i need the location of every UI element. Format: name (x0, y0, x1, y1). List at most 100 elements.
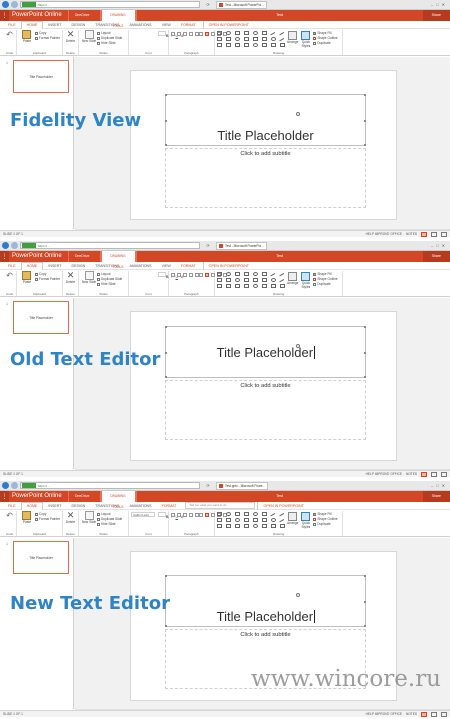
hide-slide-button[interactable]: Hide Slide (97, 522, 122, 526)
pentagon-shape-icon[interactable] (244, 512, 249, 516)
app-name[interactable]: PowerPoint Online (9, 10, 69, 21)
callout-shape-icon[interactable] (262, 43, 267, 47)
tab-view[interactable]: VIEW (157, 21, 176, 29)
down-arrow-shape-icon[interactable] (244, 284, 249, 288)
numbering-icon[interactable] (177, 272, 181, 277)
font-name-box[interactable]: Calibri Light (131, 512, 155, 517)
diamond-shape-icon[interactable] (262, 31, 267, 35)
increase-indent-icon[interactable] (189, 512, 193, 517)
title-text[interactable]: Title Placeholder (217, 609, 315, 624)
left-arrow-shape-icon[interactable] (226, 524, 231, 528)
slide-thumbnail[interactable]: Title Placeholder (13, 301, 69, 334)
reading-view-icon[interactable] (431, 711, 437, 717)
rotate-handle-icon[interactable] (296, 344, 300, 348)
rotate-handle-icon[interactable] (296, 593, 300, 597)
bullets-icon[interactable] (171, 272, 175, 277)
subtitle-placeholder[interactable]: Click to add subtitle (165, 148, 366, 208)
minimize-icon[interactable]: – (431, 483, 433, 488)
tab-home[interactable]: HOME (20, 261, 44, 270)
circle-shape-icon[interactable] (235, 37, 240, 41)
minimize-icon[interactable]: – (431, 2, 433, 7)
star-shape-icon[interactable] (253, 43, 258, 47)
tab-insert[interactable]: INSERT (43, 21, 66, 29)
share-button[interactable]: Share (422, 251, 450, 262)
resize-handle[interactable] (364, 326, 366, 328)
duplicate-shape-button[interactable]: Duplicate (313, 41, 337, 45)
hexagon-shape-icon[interactable] (244, 278, 249, 282)
resize-handle[interactable] (165, 120, 167, 122)
resize-handle[interactable] (364, 376, 366, 378)
minimize-icon[interactable]: – (431, 243, 433, 248)
rectangle-shape-icon[interactable] (217, 272, 222, 276)
font-size-box[interactable] (158, 272, 166, 277)
onedrive-link[interactable]: OneDrive (69, 251, 96, 262)
address-bar[interactable]: https://... (20, 482, 200, 489)
numbering-icon[interactable] (177, 31, 181, 36)
resize-handle[interactable] (364, 601, 366, 603)
forward-button[interactable] (11, 242, 18, 249)
right-arrow-shape-icon[interactable] (217, 43, 222, 47)
forward-button[interactable] (11, 482, 18, 489)
star-shape-icon[interactable] (253, 284, 258, 288)
pentagon-shape-icon[interactable] (244, 31, 249, 35)
decrease-indent-icon[interactable] (183, 31, 187, 36)
resize-handle[interactable] (165, 625, 167, 627)
duplicate-slide-button[interactable]: Duplicate Slide (97, 277, 122, 281)
slide-canvas[interactable]: Title Placeholder Click to add subtitle (130, 70, 397, 220)
title-placeholder[interactable]: Title Placeholder (165, 94, 366, 146)
trapezoid-shape-icon[interactable] (262, 518, 267, 522)
resize-handle[interactable] (165, 326, 167, 328)
left-arrow-shape-icon[interactable] (226, 43, 231, 47)
up-arrow-shape-icon[interactable] (235, 284, 240, 288)
down-arrow-shape-icon[interactable] (244, 43, 249, 47)
align-left-icon[interactable] (199, 512, 203, 517)
tab-design[interactable]: DESIGN (67, 262, 91, 270)
parallelogram-shape-icon[interactable] (253, 37, 258, 41)
onedrive-link[interactable]: OneDrive (69, 10, 96, 21)
shape-fill-button[interactable]: Shape Fill (313, 272, 337, 276)
resize-handle[interactable] (165, 575, 167, 577)
tab-home[interactable]: HOME (20, 501, 44, 510)
duplicate-shape-button[interactable]: Duplicate (313, 282, 337, 286)
maximize-icon[interactable]: □ (436, 483, 438, 488)
help-improve-office-link[interactable]: HELP IMPROVE OFFICE (366, 232, 402, 236)
hexagon-shape-icon[interactable] (244, 37, 249, 41)
arrow-line-shape-icon[interactable] (279, 273, 286, 279)
title-placeholder[interactable]: Title Placeholder (165, 326, 366, 378)
refresh-icon[interactable]: ⟳ (202, 483, 214, 489)
align-left-icon[interactable] (199, 272, 203, 277)
share-button[interactable]: Share (422, 491, 450, 502)
rounded-rectangle-shape-icon[interactable] (226, 272, 231, 276)
notes-toggle[interactable]: NOTES (406, 232, 417, 236)
circle-shape-icon[interactable] (235, 518, 240, 522)
title-placeholder[interactable]: Title Placeholder (165, 575, 366, 627)
resize-handle[interactable] (364, 120, 366, 122)
resize-handle[interactable] (165, 94, 167, 96)
trapezoid-shape-icon[interactable] (262, 278, 267, 282)
hide-slide-button[interactable]: Hide Slide (97, 41, 122, 45)
app-launcher-icon[interactable]: ⋮ (0, 491, 9, 502)
rectangle-shape-icon[interactable] (217, 512, 222, 516)
back-button[interactable] (2, 1, 9, 8)
down-arrow-shape-icon[interactable] (244, 524, 249, 528)
triangle-shape-icon[interactable] (235, 31, 240, 35)
align-left-icon[interactable] (199, 31, 203, 36)
slideshow-view-icon[interactable] (441, 231, 447, 237)
slide-thumbnail[interactable]: Title Placeholder (13, 60, 69, 93)
close-icon[interactable]: ✕ (442, 483, 445, 488)
address-bar[interactable]: https://... (20, 1, 200, 8)
notes-toggle[interactable]: NOTES (406, 712, 417, 716)
rect-2-shape-icon[interactable] (217, 278, 222, 282)
arrow-line-shape-icon[interactable] (279, 513, 286, 519)
normal-view-icon[interactable] (421, 471, 427, 477)
tab-file[interactable]: FILE (3, 21, 21, 29)
rectangle-shape-icon[interactable] (217, 31, 222, 35)
layout-button[interactable]: Layout (97, 31, 122, 35)
align-center-icon[interactable] (205, 272, 209, 277)
slideshow-view-icon[interactable] (441, 711, 447, 717)
up-arrow-shape-icon[interactable] (235, 43, 240, 47)
tab-design[interactable]: DESIGN (67, 21, 91, 29)
address-bar[interactable]: https://... (20, 242, 200, 249)
tab-insert[interactable]: INSERT (43, 262, 66, 270)
reading-view-icon[interactable] (431, 471, 437, 477)
